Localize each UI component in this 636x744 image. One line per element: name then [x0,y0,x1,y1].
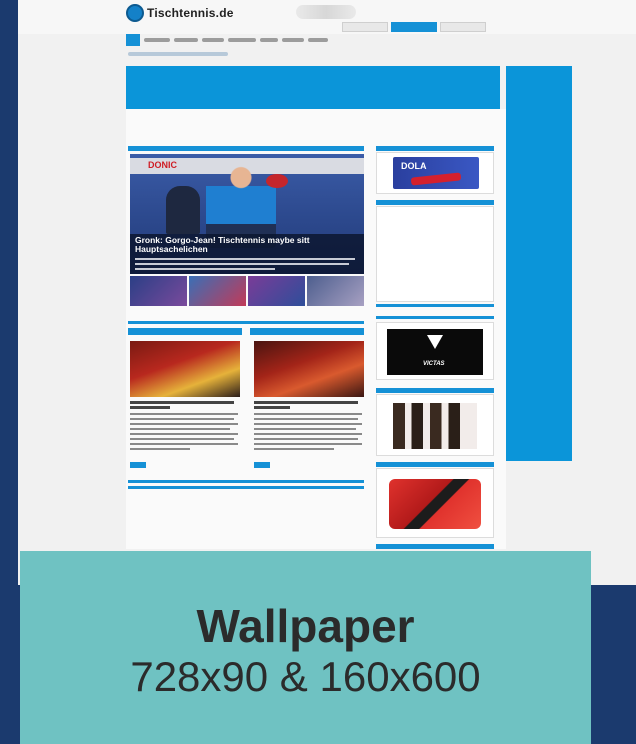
column-header-right [250,328,364,335]
text-line [254,448,334,450]
header-tab-2[interactable] [391,22,437,32]
thumbnail[interactable] [189,276,246,306]
text-line [130,423,238,425]
news-title-right[interactable] [254,401,358,404]
text-line [130,418,234,420]
text-line [130,443,238,445]
text-line [254,428,356,430]
text-line [130,438,234,440]
nav-item[interactable] [228,38,256,42]
nav-item[interactable] [174,38,198,42]
sidebar-divider [376,316,494,319]
sidebar-widget-empty [376,206,494,302]
victas-ad-text: VICTAS [423,361,445,367]
thumbnail[interactable] [130,276,187,306]
header-tab-1[interactable] [342,22,388,32]
nav-item[interactable] [282,38,304,42]
section-divider [128,480,364,483]
text-line [254,423,362,425]
sidebar-divider [376,304,494,307]
sidebar-header [376,544,494,549]
breadcrumb[interactable] [128,52,228,56]
section-divider [128,321,364,324]
section-header [128,146,364,151]
hero-teaser-line [135,258,355,260]
text-line [130,413,238,415]
paddle-icon [266,174,288,188]
read-more-button[interactable] [254,462,270,468]
hero-teaser-line [135,268,275,270]
header-tab-3[interactable] [440,22,486,32]
nav-item[interactable] [260,38,278,42]
sidebar-ad-dola[interactable]: DOLA [376,152,494,194]
sidebar-header [376,462,494,467]
news-title-right[interactable] [254,406,290,409]
sidebar-ad-shoes[interactable] [376,394,494,456]
hero-thumbnail-strip [130,276,364,306]
text-line [130,428,230,430]
caption-subtitle: 728x90 & 160x600 [130,653,481,700]
dola-ad-text: DOLA [401,161,427,171]
text-line [130,448,190,450]
home-icon[interactable] [126,34,140,46]
table-tennis-ball-icon [126,4,144,22]
thumbnail[interactable] [307,276,364,306]
shoes-ad-image [393,403,477,449]
news-image-right[interactable] [254,341,364,397]
caption-title: Wallpaper [196,600,415,652]
text-line [254,443,362,445]
nav-item[interactable] [308,38,328,42]
nav-item[interactable] [144,38,170,42]
sidebar-header [376,388,494,393]
text-line [254,433,362,435]
header-tabs [342,22,486,32]
skyscraper-ad-160x600[interactable] [506,66,572,461]
leaderboard-ad-728x90[interactable] [126,66,500,109]
news-title-left[interactable] [130,406,170,409]
website-screenshot: Tischtennis.de DONIC Gronk: Gorgo-Jean! … [18,0,636,585]
nav-item[interactable] [202,38,224,42]
hero-teaser-line [135,263,349,265]
section-divider [128,486,364,489]
main-navigation [126,34,506,46]
text-line [254,418,358,420]
text-line [254,438,358,440]
victas-logo-icon [427,335,443,349]
caption-panel: Wallpaper 728x90 & 160x600 [20,551,591,744]
column-header-left [128,328,242,335]
text-line [130,433,238,435]
text-line [254,413,362,415]
rubber-ad-image [389,479,481,529]
banner-text: DONIC [148,160,177,170]
sidebar-ad-rubber[interactable] [376,468,494,538]
hero-news-image[interactable]: DONIC Gronk: Gorgo-Jean! Tischtennis may… [130,154,364,274]
sidebar-header [376,146,494,151]
logo-text: Tischtennis.de [147,6,234,20]
sidebar-ad-victas[interactable]: VICTAS [376,322,494,380]
coach-figure [166,186,200,234]
sidebar-header [376,200,494,205]
news-image-left[interactable] [130,341,240,397]
news-title-left[interactable] [130,401,234,404]
read-more-button[interactable] [130,462,146,468]
site-header: Tischtennis.de [18,0,636,34]
header-decoration [296,5,356,19]
hero-headline[interactable]: Gronk: Gorgo-Jean! Tischtennis maybe sit… [135,236,315,254]
site-logo[interactable]: Tischtennis.de [126,4,234,22]
thumbnail[interactable] [248,276,305,306]
